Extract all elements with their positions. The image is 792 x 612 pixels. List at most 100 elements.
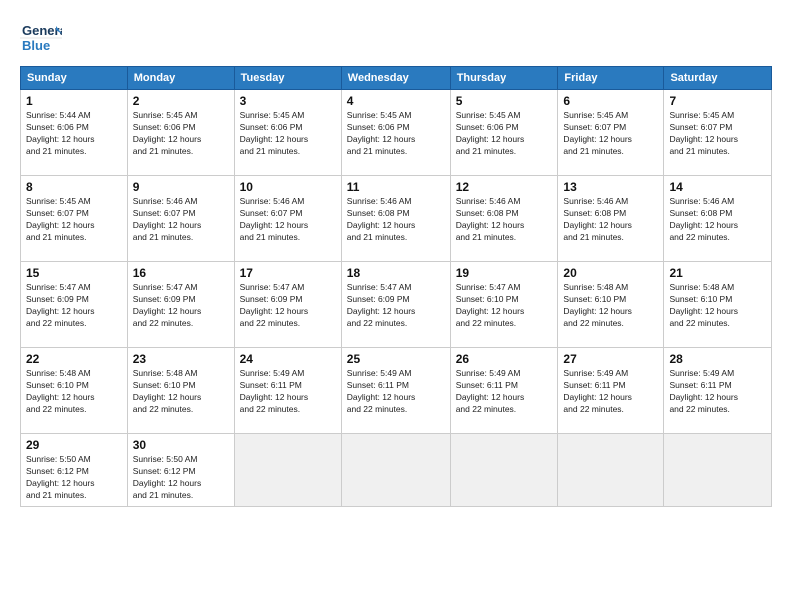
calendar-cell: 29 Sunrise: 5:50 AM Sunset: 6:12 PM Dayli… bbox=[21, 434, 128, 507]
calendar-week-row: 8 Sunrise: 5:45 AM Sunset: 6:07 PM Daylig… bbox=[21, 176, 772, 262]
day-detail: Sunrise: 5:49 AM Sunset: 6:11 PM Dayligh… bbox=[347, 368, 445, 416]
svg-text:Blue: Blue bbox=[22, 38, 50, 53]
weekday-header-sunday: Sunday bbox=[21, 67, 128, 90]
svg-text:General: General bbox=[22, 23, 62, 38]
day-number: 11 bbox=[347, 180, 445, 194]
calendar-cell: 25 Sunrise: 5:49 AM Sunset: 6:11 PM Dayli… bbox=[341, 348, 450, 434]
calendar-cell: 9 Sunrise: 5:46 AM Sunset: 6:07 PM Daylig… bbox=[127, 176, 234, 262]
day-detail: Sunrise: 5:45 AM Sunset: 6:06 PM Dayligh… bbox=[347, 110, 445, 158]
day-number: 10 bbox=[240, 180, 336, 194]
calendar-cell bbox=[558, 434, 664, 507]
calendar-cell: 24 Sunrise: 5:49 AM Sunset: 6:11 PM Dayli… bbox=[234, 348, 341, 434]
calendar-cell: 3Sunrise: 5:45 AM Sunset: 6:06 PM Daylig… bbox=[234, 90, 341, 176]
day-number: 19 bbox=[456, 266, 553, 280]
calendar-cell: 20 Sunrise: 5:48 AM Sunset: 6:10 PM Dayli… bbox=[558, 262, 664, 348]
day-detail: Sunrise: 5:47 AM Sunset: 6:09 PM Dayligh… bbox=[26, 282, 122, 330]
calendar-cell: 27 Sunrise: 5:49 AM Sunset: 6:11 PM Dayli… bbox=[558, 348, 664, 434]
calendar-cell: 11 Sunrise: 5:46 AM Sunset: 6:08 PM Dayli… bbox=[341, 176, 450, 262]
day-detail: Sunrise: 5:49 AM Sunset: 6:11 PM Dayligh… bbox=[240, 368, 336, 416]
logo-graphic: General Blue bbox=[20, 18, 62, 60]
day-detail: Sunrise: 5:46 AM Sunset: 6:08 PM Dayligh… bbox=[347, 196, 445, 244]
day-detail: Sunrise: 5:50 AM Sunset: 6:12 PM Dayligh… bbox=[133, 454, 229, 502]
day-detail: Sunrise: 5:48 AM Sunset: 6:10 PM Dayligh… bbox=[133, 368, 229, 416]
calendar-cell: 22 Sunrise: 5:48 AM Sunset: 6:10 PM Dayli… bbox=[21, 348, 128, 434]
day-detail: Sunrise: 5:45 AM Sunset: 6:06 PM Dayligh… bbox=[240, 110, 336, 158]
day-detail: Sunrise: 5:46 AM Sunset: 6:07 PM Dayligh… bbox=[240, 196, 336, 244]
day-number: 20 bbox=[563, 266, 658, 280]
page: General Blue SundayMondayTuesdayWednesda… bbox=[0, 0, 792, 517]
calendar-cell: 10 Sunrise: 5:46 AM Sunset: 6:07 PM Dayli… bbox=[234, 176, 341, 262]
day-number: 26 bbox=[456, 352, 553, 366]
weekday-header-thursday: Thursday bbox=[450, 67, 558, 90]
calendar-cell: 7 Sunrise: 5:45 AM Sunset: 6:07 PM Daylig… bbox=[664, 90, 772, 176]
day-detail: Sunrise: 5:48 AM Sunset: 6:10 PM Dayligh… bbox=[669, 282, 766, 330]
calendar-week-row: 15 Sunrise: 5:47 AM Sunset: 6:09 PM Dayli… bbox=[21, 262, 772, 348]
calendar-cell: 2 Sunrise: 5:45 AM Sunset: 6:06 PM Daylig… bbox=[127, 90, 234, 176]
day-number: 21 bbox=[669, 266, 766, 280]
calendar-cell: 28 Sunrise: 5:49 AM Sunset: 6:11 PM Dayli… bbox=[664, 348, 772, 434]
day-number: 2 bbox=[133, 94, 229, 108]
day-detail: Sunrise: 5:45 AM Sunset: 6:07 PM Dayligh… bbox=[563, 110, 658, 158]
day-number: 25 bbox=[347, 352, 445, 366]
calendar-cell: 13 Sunrise: 5:46 AM Sunset: 6:08 PM Dayli… bbox=[558, 176, 664, 262]
calendar-cell: 23 Sunrise: 5:48 AM Sunset: 6:10 PM Dayli… bbox=[127, 348, 234, 434]
day-number: 17 bbox=[240, 266, 336, 280]
day-number: 1 bbox=[26, 94, 122, 108]
day-number: 23 bbox=[133, 352, 229, 366]
day-detail: Sunrise: 5:45 AM Sunset: 6:06 PM Dayligh… bbox=[456, 110, 553, 158]
day-number: 24 bbox=[240, 352, 336, 366]
calendar-cell bbox=[664, 434, 772, 507]
day-detail: Sunrise: 5:46 AM Sunset: 6:07 PM Dayligh… bbox=[133, 196, 229, 244]
calendar-week-row: 1 Sunrise: 5:44 AM Sunset: 6:06 PM Daylig… bbox=[21, 90, 772, 176]
day-detail: Sunrise: 5:45 AM Sunset: 6:07 PM Dayligh… bbox=[26, 196, 122, 244]
calendar-cell: 6 Sunrise: 5:45 AM Sunset: 6:07 PM Daylig… bbox=[558, 90, 664, 176]
weekday-header-friday: Friday bbox=[558, 67, 664, 90]
calendar-cell: 21 Sunrise: 5:48 AM Sunset: 6:10 PM Dayli… bbox=[664, 262, 772, 348]
day-detail: Sunrise: 5:47 AM Sunset: 6:09 PM Dayligh… bbox=[347, 282, 445, 330]
day-detail: Sunrise: 5:45 AM Sunset: 6:06 PM Dayligh… bbox=[133, 110, 229, 158]
day-number: 7 bbox=[669, 94, 766, 108]
calendar-cell: 19Sunrise: 5:47 AM Sunset: 6:10 PM Dayli… bbox=[450, 262, 558, 348]
calendar-week-row: 29 Sunrise: 5:50 AM Sunset: 6:12 PM Dayli… bbox=[21, 434, 772, 507]
calendar-cell: 18Sunrise: 5:47 AM Sunset: 6:09 PM Dayli… bbox=[341, 262, 450, 348]
day-detail: Sunrise: 5:47 AM Sunset: 6:09 PM Dayligh… bbox=[240, 282, 336, 330]
calendar-cell: 16Sunrise: 5:47 AM Sunset: 6:09 PM Dayli… bbox=[127, 262, 234, 348]
calendar-cell: 8 Sunrise: 5:45 AM Sunset: 6:07 PM Daylig… bbox=[21, 176, 128, 262]
day-detail: Sunrise: 5:49 AM Sunset: 6:11 PM Dayligh… bbox=[456, 368, 553, 416]
day-number: 29 bbox=[26, 438, 122, 452]
day-number: 6 bbox=[563, 94, 658, 108]
weekday-header-monday: Monday bbox=[127, 67, 234, 90]
day-detail: Sunrise: 5:46 AM Sunset: 6:08 PM Dayligh… bbox=[456, 196, 553, 244]
weekday-header-saturday: Saturday bbox=[664, 67, 772, 90]
day-number: 12 bbox=[456, 180, 553, 194]
day-detail: Sunrise: 5:46 AM Sunset: 6:08 PM Dayligh… bbox=[669, 196, 766, 244]
day-number: 8 bbox=[26, 180, 122, 194]
calendar-cell: 30Sunrise: 5:50 AM Sunset: 6:12 PM Dayli… bbox=[127, 434, 234, 507]
day-detail: Sunrise: 5:45 AM Sunset: 6:07 PM Dayligh… bbox=[669, 110, 766, 158]
calendar-cell: 4 Sunrise: 5:45 AM Sunset: 6:06 PM Daylig… bbox=[341, 90, 450, 176]
day-detail: Sunrise: 5:49 AM Sunset: 6:11 PM Dayligh… bbox=[563, 368, 658, 416]
calendar-cell bbox=[341, 434, 450, 507]
day-number: 28 bbox=[669, 352, 766, 366]
calendar-cell: 26 Sunrise: 5:49 AM Sunset: 6:11 PM Dayli… bbox=[450, 348, 558, 434]
day-number: 27 bbox=[563, 352, 658, 366]
calendar-cell: 5Sunrise: 5:45 AM Sunset: 6:06 PM Daylig… bbox=[450, 90, 558, 176]
day-detail: Sunrise: 5:48 AM Sunset: 6:10 PM Dayligh… bbox=[563, 282, 658, 330]
day-detail: Sunrise: 5:50 AM Sunset: 6:12 PM Dayligh… bbox=[26, 454, 122, 502]
day-number: 13 bbox=[563, 180, 658, 194]
day-number: 9 bbox=[133, 180, 229, 194]
calendar-week-row: 22 Sunrise: 5:48 AM Sunset: 6:10 PM Dayli… bbox=[21, 348, 772, 434]
day-number: 15 bbox=[26, 266, 122, 280]
calendar-cell: 14Sunrise: 5:46 AM Sunset: 6:08 PM Dayli… bbox=[664, 176, 772, 262]
calendar-cell bbox=[234, 434, 341, 507]
day-detail: Sunrise: 5:46 AM Sunset: 6:08 PM Dayligh… bbox=[563, 196, 658, 244]
day-detail: Sunrise: 5:49 AM Sunset: 6:11 PM Dayligh… bbox=[669, 368, 766, 416]
day-detail: Sunrise: 5:48 AM Sunset: 6:10 PM Dayligh… bbox=[26, 368, 122, 416]
day-number: 22 bbox=[26, 352, 122, 366]
day-detail: Sunrise: 5:44 AM Sunset: 6:06 PM Dayligh… bbox=[26, 110, 122, 158]
calendar-header-row: SundayMondayTuesdayWednesdayThursdayFrid… bbox=[21, 67, 772, 90]
header: General Blue bbox=[20, 18, 772, 60]
day-number: 4 bbox=[347, 94, 445, 108]
calendar-cell bbox=[450, 434, 558, 507]
logo: General Blue bbox=[20, 18, 62, 60]
